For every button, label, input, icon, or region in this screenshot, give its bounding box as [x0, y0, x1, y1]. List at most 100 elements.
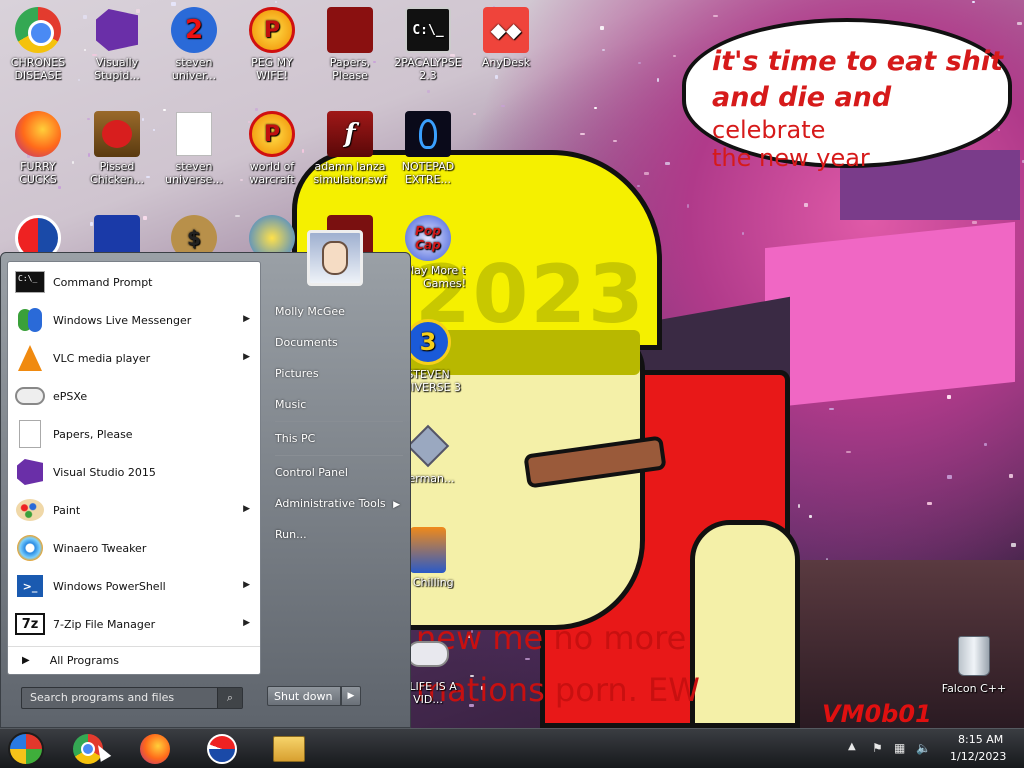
clock-date[interactable]: 1/12/2023: [950, 750, 1006, 763]
steven-universe-3-icon: 3: [405, 319, 451, 365]
desktop-icon-world-of-warcraft[interactable]: P world of warcraft: [234, 110, 310, 186]
game-box-icon: [410, 527, 446, 573]
taskbar-obama-button[interactable]: [204, 732, 240, 766]
run-link[interactable]: Run...: [275, 528, 405, 541]
confetti-piece: [1009, 474, 1013, 478]
confetti-piece: [665, 162, 670, 165]
blank-file-icon: [14, 418, 46, 450]
program-winaero-tweaker[interactable]: Winaero Tweaker: [8, 530, 260, 566]
program-command-prompt[interactable]: C:\_ Command Prompt: [8, 264, 260, 300]
confetti-piece: [713, 15, 718, 17]
chrome-icon: [15, 7, 61, 53]
music-link[interactable]: Music: [275, 398, 405, 411]
show-hidden-icons-icon[interactable]: ▲: [848, 741, 856, 752]
confetti-piece: [947, 395, 951, 399]
submenu-arrow-icon: ▶: [243, 580, 250, 590]
submenu-arrow-icon: ▶: [243, 352, 250, 362]
search-input[interactable]: Search programs and files: [21, 687, 243, 709]
confetti-piece: [495, 75, 498, 79]
taskbar-file-explorer-button[interactable]: [271, 732, 307, 766]
volume-icon[interactable]: 🔈: [916, 741, 931, 755]
confetti-piece: [613, 140, 617, 142]
desktop-icon-peg-my-wife[interactable]: P PEG MY WIFE!: [234, 6, 310, 82]
program-papers-please[interactable]: Papers, Please: [8, 416, 260, 452]
bubble-line-2-soft: celebrate: [712, 116, 826, 144]
firefox-icon: [140, 734, 170, 764]
gamepad-icon: [407, 641, 449, 667]
firefox-icon: [15, 111, 61, 157]
shutdown-button[interactable]: Shut down: [267, 686, 341, 706]
confetti-piece: [972, 1, 975, 3]
confetti-piece: [501, 105, 505, 107]
powershell-icon: >_: [14, 570, 46, 602]
program-windows-live-messenger[interactable]: Windows Live Messenger ▶: [8, 302, 260, 338]
vlc-icon: [14, 342, 46, 374]
mouse-cursor-icon: [92, 742, 112, 762]
popcap-icon: Pop Cap: [405, 215, 451, 261]
confetti-piece: [600, 26, 604, 30]
papers-please-icon: [327, 7, 373, 53]
paint-palette-icon: [14, 494, 46, 526]
program-epsxe[interactable]: ePSXe: [8, 378, 260, 414]
program-powershell[interactable]: >_ Windows PowerShell ▶: [8, 568, 260, 604]
confetti-piece: [804, 203, 808, 207]
desktop-icon-steven-universe-file[interactable]: steven universe...: [156, 110, 232, 186]
confetti-piece: [644, 172, 649, 175]
desktop-icon-furry-cucks[interactable]: FURRY CUCKS: [0, 110, 76, 186]
program-vlc[interactable]: VLC media player ▶: [8, 340, 260, 376]
bubble-line-1: it's time to eat shit: [712, 46, 1004, 77]
network-icon[interactable]: ▦: [894, 741, 905, 755]
desktop-icon-2pacalypse[interactable]: C:\_ 2PACALYPSE 2.3: [390, 6, 466, 82]
desktop-icon-anydesk[interactable]: ◆◆ AnyDesk: [468, 6, 544, 69]
speech-bubble: it's time to eat shit and die and celebr…: [682, 18, 1012, 172]
all-programs-button[interactable]: ▶ All Programs: [8, 646, 260, 674]
confetti-piece: [846, 451, 851, 453]
confetti-piece: [473, 113, 476, 115]
desktop-icon-steven-universe[interactable]: 2 steven univer...: [156, 6, 232, 82]
desktop-icon-notepad-extreme[interactable]: NOTEPAD EXTRE...: [390, 110, 466, 186]
program-visual-studio[interactable]: Visual Studio 2015: [8, 454, 260, 490]
pictures-link[interactable]: Pictures: [275, 367, 405, 380]
desktop-icon-chrones-disease[interactable]: CHRONES DISEASE: [0, 6, 76, 82]
control-panel-link[interactable]: Control Panel: [275, 466, 405, 479]
shutdown-options-icon[interactable]: ▶: [341, 686, 361, 706]
confetti-piece: [809, 515, 812, 518]
confetti-piece: [798, 504, 800, 508]
start-button[interactable]: [8, 732, 44, 766]
program-7zip[interactable]: 7z 7-Zip File Manager ▶: [8, 606, 260, 642]
desktop-icon-visually-stupid[interactable]: Visually Stupid...: [79, 6, 155, 82]
desktop-icon-flash-swf[interactable]: f adamn lanza simulator.swf: [312, 110, 388, 186]
documents-link[interactable]: Documents: [275, 336, 405, 349]
administrative-tools-link[interactable]: Administrative Tools ▶: [275, 497, 405, 510]
diamond-icon: [406, 424, 450, 468]
bubble-line-2: and die and celebrate: [712, 80, 1008, 144]
avatar-face: [322, 241, 348, 275]
visual-studio-icon: [14, 456, 46, 488]
confetti-piece: [742, 232, 744, 235]
bubble-line-3: the new year: [712, 144, 870, 172]
confetti-piece: [638, 62, 641, 64]
confetti-piece: [427, 90, 430, 93]
file-explorer-icon: [273, 736, 305, 762]
desktop-icon-papers-please[interactable]: Papers, Please: [312, 6, 388, 82]
gamepad-icon: [14, 380, 46, 412]
desktop-icon-falcon-cpp[interactable]: Falcon C++: [936, 632, 1012, 695]
obama-icon: [207, 734, 237, 764]
search-icon[interactable]: ⌕: [217, 688, 242, 708]
desktop-icon-pissed-chicken[interactable]: Pissed Chicken...: [79, 110, 155, 186]
user-avatar[interactable]: [307, 230, 363, 286]
clock-time[interactable]: 8:15 AM: [958, 733, 1003, 746]
program-paint[interactable]: Paint ▶: [8, 492, 260, 528]
menu-divider: [275, 455, 403, 456]
user-name-link[interactable]: Molly McGee: [275, 305, 405, 318]
confetti-piece: [275, 1, 277, 3]
taskbar-firefox-button[interactable]: [137, 732, 173, 766]
peggle-icon: P: [249, 111, 295, 157]
submenu-arrow-icon: ▶: [393, 500, 401, 510]
action-center-flag-icon[interactable]: ⚑: [872, 741, 883, 755]
messenger-icon: [14, 304, 46, 336]
confetti-piece: [927, 502, 932, 505]
recycle-bin-icon: [958, 636, 990, 676]
confetti-piece: [1011, 543, 1016, 547]
this-pc-link[interactable]: This PC: [275, 432, 405, 445]
